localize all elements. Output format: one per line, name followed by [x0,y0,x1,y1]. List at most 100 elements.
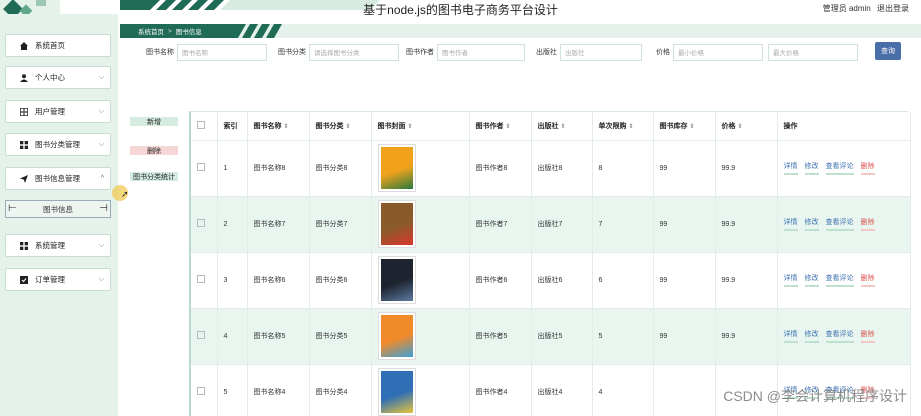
column-header[interactable]: 单次限购 ⇕ [592,112,654,140]
cell-category: 图书分类5 [309,307,372,364]
send-icon [19,174,29,183]
search-author-group: 图书作者 图书作者 [406,43,525,61]
edit-link[interactable]: 修改 [804,329,819,343]
row-checkbox[interactable] [191,251,218,308]
search-book-name-group: 图书名称 图书名称 [146,43,267,61]
row-delete-link[interactable]: 删除 [860,329,875,343]
category-stats-button[interactable]: 图书分类统计 [130,172,178,181]
category-select[interactable]: 请选择图书分类 [309,43,399,61]
cell-index: 4 [217,307,248,364]
column-header[interactable]: 图书名称 ⇕ [247,112,310,140]
cell-author: 图书作者6 [469,251,532,308]
sidebar-item-personal-center[interactable]: 个人中心 ⌵ [5,66,111,89]
book-cover-image[interactable] [377,312,416,360]
mouse-pointer-icon: ➚ [121,189,129,199]
search-button[interactable]: 查询 [875,42,901,60]
sort-icon: ⇕ [689,123,695,130]
max-price-input[interactable]: 最大价格 [768,43,858,61]
sidebar-item-label: 图书信息管理 [35,174,80,183]
user-role-name: 管理员 admin [822,4,871,13]
delete-button[interactable]: 删除 [130,146,178,155]
view-comments-link[interactable]: 查看评论 [825,217,854,231]
detail-link[interactable]: 详情 [783,329,798,343]
cell-index: 5 [217,363,248,416]
cell-category: 图书分类7 [309,195,372,252]
view-comments-link[interactable]: 查看评论 [825,161,854,175]
select-all-checkbox[interactable] [191,112,218,140]
column-header[interactable]: 图书作者 ⇕ [469,112,532,140]
view-comments-link[interactable]: 查看评论 [825,273,854,287]
book-cover-image[interactable] [377,368,416,416]
cell-category: 图书分类8 [309,139,372,196]
user-icon [19,73,29,82]
chevron-down-icon: ⌵ [98,107,104,115]
cell-price: 99.9 [715,307,778,364]
sidebar-item-home[interactable]: 系统首页 [5,34,111,57]
sidebar-item-user-management[interactable]: 用户管理 ⌵ [5,100,111,123]
add-button[interactable]: 新增 [130,117,178,126]
publisher-input[interactable]: 出版社 [560,43,642,61]
cell-book-name: 图书名称5 [247,307,310,364]
sidebar-item-system-management[interactable]: 系统管理 ⌵ [5,234,111,257]
table-header-row: 索引 图书名称 ⇕ 图书分类 ⇕ 图书封面 ⇕ 图书作者 ⇕ 出版社 ⇕ 单次限购 ⇕ 图书… [191,112,911,140]
table-row: 4 图书名称5 图书分类5 图书作者5 出版社5 5 99 99.9 详情 修改 查看评论 删除 [191,307,911,364]
min-price-input[interactable]: 最小价格 [673,43,763,61]
search-label: 图书名称 [146,49,174,56]
detail-link[interactable]: 详情 [783,217,798,231]
column-header[interactable]: 价格 ⇕ [715,112,778,140]
author-input[interactable]: 图书作者 [437,43,525,61]
detail-link[interactable]: 详情 [783,161,798,175]
cell-limit: 5 [592,307,654,364]
book-cover-image[interactable] [377,200,416,248]
book-cover-image[interactable] [377,144,416,192]
column-header[interactable]: 图书封面 ⇕ [371,112,470,140]
view-comments-link[interactable]: 查看评论 [825,329,854,343]
apps-icon [19,241,29,250]
cell-stock: 99 [653,195,716,252]
bracket-left-icon: ⊢ [8,203,17,214]
column-header[interactable]: 图书库存 ⇕ [653,112,716,140]
edit-link[interactable]: 修改 [804,217,819,231]
book-name-input[interactable]: 图书名称 [177,43,267,61]
column-header[interactable]: 图书分类 ⇕ [309,112,372,140]
edit-link[interactable]: 修改 [804,273,819,287]
sidebar-item-order-management[interactable]: 订单管理 ⌵ [5,268,111,291]
search-price-group: 价格 最小价格 最大价格 [656,43,858,61]
row-checkbox[interactable] [191,363,218,416]
search-label: 图书分类 [278,49,306,56]
user-area: 管理员 admin 退出登录 [819,3,909,14]
row-checkbox[interactable] [191,307,218,364]
breadcrumb-home[interactable]: 系统首页 [138,26,164,36]
cell-category: 图书分类4 [309,363,372,416]
row-delete-link[interactable]: 删除 [860,217,875,231]
cell-book-name: 图书名称6 [247,251,310,308]
sort-icon: ⇕ [283,123,289,130]
sidebar-item-label: 个人中心 [35,73,65,82]
breadcrumb-current: 图书信息 [175,29,202,36]
cell-stock [653,363,716,416]
book-cover-image[interactable] [377,256,416,304]
sidebar-item-book-management[interactable]: 图书信息管理 ^ [5,167,111,190]
breadcrumb-stripes [230,24,282,38]
grid-icon [19,107,29,116]
row-checkbox[interactable] [191,139,218,196]
row-checkbox[interactable] [191,195,218,252]
detail-link[interactable]: 详情 [783,273,798,287]
chevron-down-icon: ⌵ [98,73,104,81]
cell-price: 99.9 [715,251,778,308]
sidebar-item-category-management[interactable]: 图书分类管理 ⌵ [5,133,111,156]
edit-link[interactable]: 修改 [804,161,819,175]
cell-category: 图书分类6 [309,251,372,308]
sort-icon: ⇕ [345,123,351,130]
sort-icon: ⇕ [628,123,634,130]
row-delete-link[interactable]: 删除 [860,161,875,175]
cell-stock: 99 [653,251,716,308]
table-row: 1 图书名称8 图书分类8 图书作者8 出版社8 8 99 99.9 详情 修改 查看评论 删除 [191,139,911,196]
column-header: 索引 [217,112,248,140]
row-delete-link[interactable]: 删除 [860,273,875,287]
home-icon [19,41,29,50]
column-header[interactable]: 出版社 ⇕ [531,112,593,140]
logout-link[interactable]: 退出登录 [877,4,909,13]
breadcrumb-separator: > [168,27,172,35]
submenu-item-book-info[interactable]: ⊢ 图书信息 ⊣ [5,200,111,218]
